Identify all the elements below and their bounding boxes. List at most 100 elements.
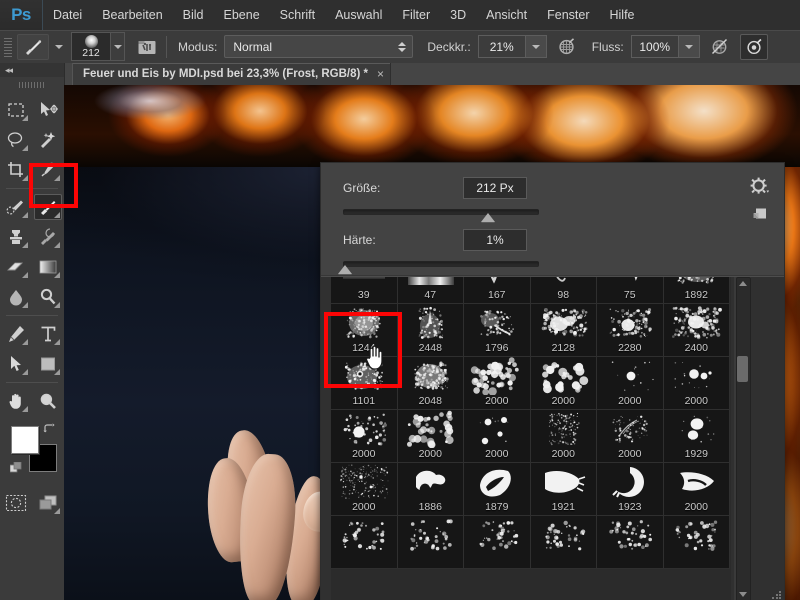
swap-colors-icon[interactable] — [42, 422, 56, 436]
brush-hardness-slider-thumb[interactable] — [337, 265, 352, 274]
opacity-chevron-down-icon[interactable] — [524, 35, 547, 58]
brush-preset-cell[interactable]: 2000 — [331, 463, 398, 516]
tool-gradient[interactable] — [32, 252, 64, 282]
brush-preset-grid[interactable]: 39 47 167 98 75 1892 1244 2448 1796 2128 22… — [331, 277, 731, 600]
tool-hand[interactable] — [0, 386, 32, 416]
brush-preset-cell[interactable]: 75 — [597, 277, 664, 304]
options-bar-grip[interactable] — [2, 35, 14, 58]
tool-history-brush[interactable] — [32, 222, 64, 252]
flow-pressure-icon[interactable] — [707, 35, 733, 59]
brush-preset-cell[interactable]: 2048 — [397, 357, 464, 410]
tool-preset-chevron-down-icon[interactable] — [55, 44, 63, 49]
brush-preset-cell[interactable]: 47 — [397, 277, 464, 304]
default-colors-icon[interactable] — [9, 461, 23, 475]
flow-chevron-down-icon[interactable] — [677, 35, 700, 58]
brush-preset-cell[interactable]: 2000 — [530, 357, 597, 410]
menu-item-3d[interactable]: 3D — [440, 4, 476, 26]
close-icon[interactable]: × — [377, 67, 384, 81]
brush-preset-cell[interactable]: 1879 — [464, 463, 531, 516]
tool-spot-healing-brush[interactable] — [0, 192, 32, 222]
brush-preset-cell[interactable] — [597, 516, 664, 569]
blend-mode-select[interactable]: Normal — [224, 35, 414, 58]
brush-preset-cell[interactable] — [397, 516, 464, 569]
tool-type[interactable] — [32, 319, 64, 349]
tool-zoom[interactable] — [32, 386, 64, 416]
opacity-control[interactable]: 21% — [477, 35, 547, 58]
gear-icon[interactable] — [750, 177, 770, 197]
brush-size-slider-thumb[interactable] — [481, 213, 496, 222]
tool-magic-wand[interactable] — [32, 125, 64, 155]
current-tool-brush-icon[interactable] — [17, 33, 49, 60]
menu-item-bild[interactable]: Bild — [173, 4, 214, 26]
brush-preset-cell[interactable]: 1921 — [530, 463, 597, 516]
document-tab[interactable]: Feuer und Eis by MDI.psd bei 23,3% (Fros… — [72, 63, 392, 85]
flow-control[interactable]: 100% — [630, 35, 700, 58]
tool-crop[interactable] — [0, 155, 32, 185]
brush-preset-cell[interactable]: 167 — [464, 277, 531, 304]
brush-preset-cell[interactable]: 2280 — [597, 304, 664, 357]
scroll-up-arrow-icon[interactable] — [739, 281, 747, 286]
panel-resize-grip[interactable] — [772, 590, 782, 600]
brush-preset-cell[interactable]: 2000 — [663, 357, 730, 410]
tool-blur[interactable] — [0, 282, 32, 312]
brush-preset-picker[interactable]: 212 — [71, 32, 111, 61]
brush-preset-cell[interactable]: 2000 — [663, 463, 730, 516]
brush-preset-cell[interactable] — [464, 516, 531, 569]
menu-item-bearbeiten[interactable]: Bearbeiten — [92, 4, 172, 26]
brush-preset-cell[interactable]: 2400 — [663, 304, 730, 357]
tool-eraser[interactable] — [0, 252, 32, 282]
new-brush-preset-icon[interactable] — [752, 207, 768, 223]
scrollbar-thumb[interactable] — [737, 356, 748, 383]
tool-brush[interactable] — [32, 192, 64, 222]
menu-item-fenster[interactable]: Fenster — [537, 4, 599, 26]
tool-screen-mode[interactable] — [32, 488, 64, 518]
brush-preset-cell[interactable]: 2000 — [597, 410, 664, 463]
tool-path-selection[interactable] — [0, 349, 32, 379]
brush-preset-cell[interactable]: 39 — [331, 277, 398, 304]
brush-preset-cell[interactable]: 1892 — [663, 277, 730, 304]
brush-preset-cell[interactable]: 2000 — [464, 357, 531, 410]
brush-size-slider[interactable] — [343, 209, 539, 222]
tool-rectangle[interactable] — [32, 349, 64, 379]
menu-item-datei[interactable]: Datei — [43, 4, 92, 26]
menu-item-ebene[interactable]: Ebene — [214, 4, 270, 26]
menu-item-filter[interactable]: Filter — [392, 4, 440, 26]
opacity-value[interactable]: 21% — [477, 35, 525, 58]
brush-preset-cell[interactable]: 1796 — [464, 304, 531, 357]
menu-item-auswahl[interactable]: Auswahl — [325, 4, 392, 26]
opacity-pressure-icon[interactable] — [554, 35, 580, 59]
brush-hardness-slider[interactable] — [337, 261, 539, 274]
menu-item-schrift[interactable]: Schrift — [270, 4, 325, 26]
brush-preset-cell[interactable]: 1886 — [397, 463, 464, 516]
tool-quick-mask[interactable] — [0, 488, 32, 518]
brush-hardness-field[interactable]: 1% — [463, 229, 527, 251]
brush-preset-cell[interactable]: 2128 — [530, 304, 597, 357]
tool-dodge[interactable] — [32, 282, 64, 312]
brush-preset-cell[interactable]: 2000 — [331, 410, 398, 463]
flow-value[interactable]: 100% — [630, 35, 678, 58]
tools-panel-collapse-icon[interactable]: ◂◂ — [0, 63, 64, 77]
menu-item-ansicht[interactable]: Ansicht — [476, 4, 537, 26]
brush-preset-cell[interactable]: 1929 — [663, 410, 730, 463]
brush-grid-scrollbar[interactable] — [734, 277, 751, 600]
brush-preset-cell[interactable]: 2000 — [530, 410, 597, 463]
brush-preset-cell[interactable]: 2000 — [597, 357, 664, 410]
brush-preset-cell[interactable] — [663, 516, 730, 569]
airbrush-toggle-icon[interactable] — [739, 33, 768, 60]
brush-preset-chevron-down-icon[interactable] — [111, 32, 125, 61]
brush-size-field[interactable]: 212 Px — [463, 177, 527, 199]
scroll-down-arrow-icon[interactable] — [739, 592, 747, 597]
tool-rectangular-marquee[interactable] — [0, 95, 32, 125]
brush-panel-toggle-icon[interactable] — [135, 36, 159, 58]
brush-preset-cell[interactable]: 1923 — [597, 463, 664, 516]
tool-pen[interactable] — [0, 319, 32, 349]
tool-clone-stamp[interactable] — [0, 222, 32, 252]
brush-preset-cell[interactable] — [530, 516, 597, 569]
brush-preset-cell[interactable]: 2448 — [397, 304, 464, 357]
tool-lasso[interactable] — [0, 125, 32, 155]
brush-preset-cell[interactable] — [331, 516, 398, 569]
menu-item-hilfe[interactable]: Hilfe — [600, 4, 645, 26]
tool-move[interactable] — [32, 95, 64, 125]
foreground-color-swatch[interactable] — [11, 426, 39, 454]
scrollbar-track[interactable] — [736, 277, 751, 600]
